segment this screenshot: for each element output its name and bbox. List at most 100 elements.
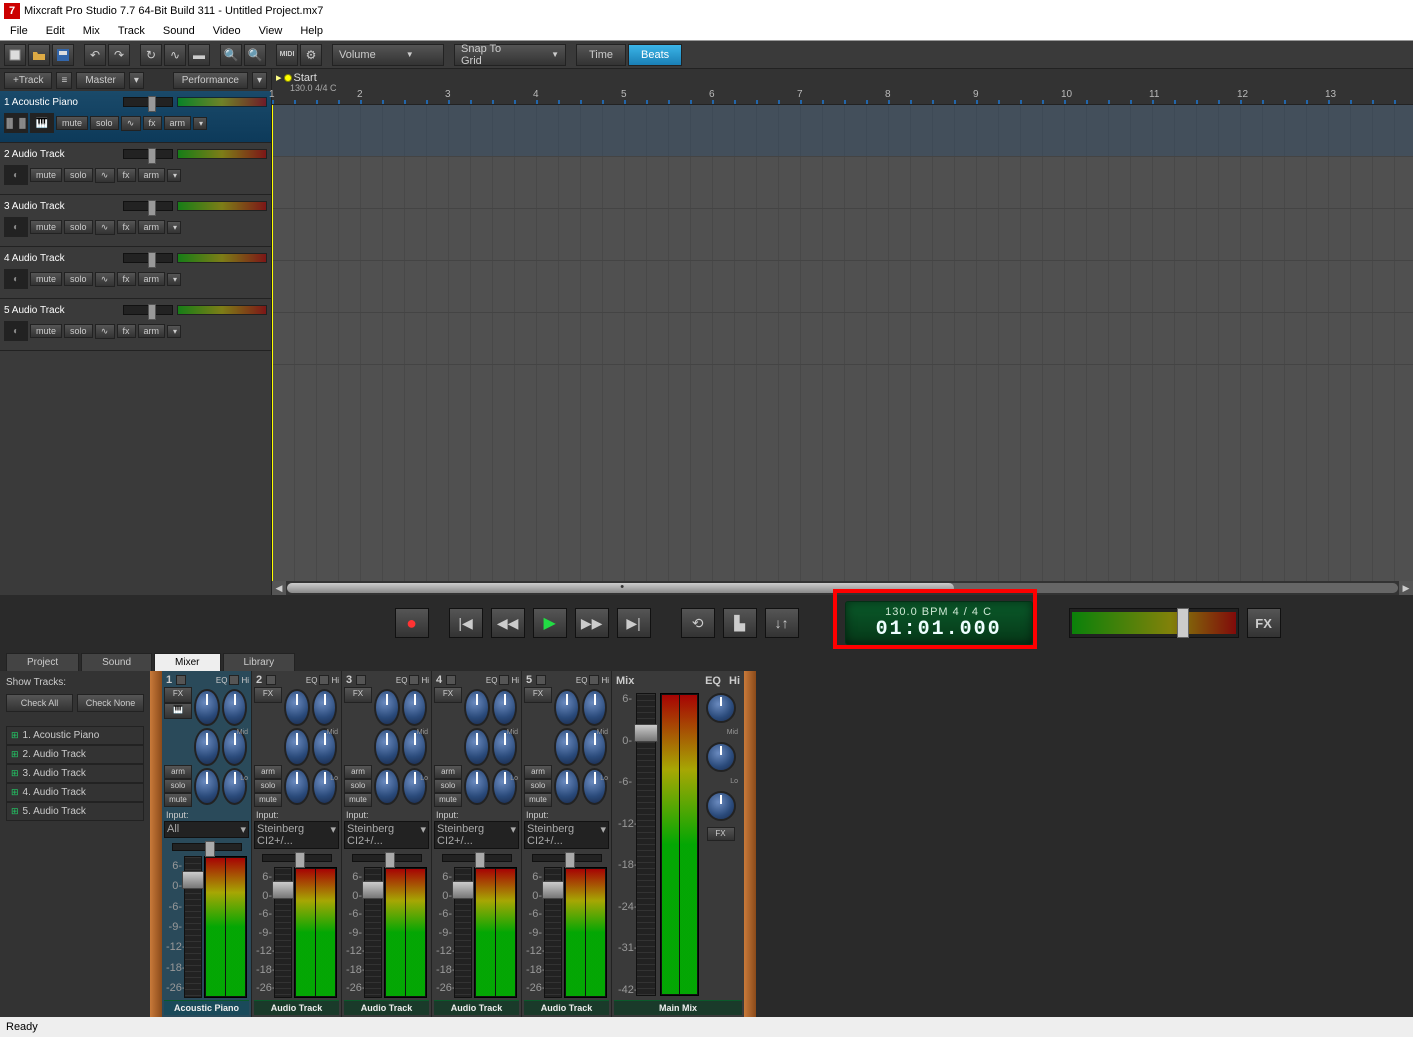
fx-button[interactable]: fx xyxy=(117,324,136,338)
input-select[interactable]: Steinberg CI2+/...▾ xyxy=(434,821,519,849)
bottom-tab-project[interactable]: Project xyxy=(6,653,79,671)
arm-button[interactable]: arm xyxy=(164,116,192,130)
save-button[interactable] xyxy=(52,44,74,66)
channel-arm-button[interactable]: arm xyxy=(164,765,192,779)
eq-knob[interactable] xyxy=(222,689,248,726)
input-select[interactable]: All▾ xyxy=(164,821,249,838)
automation-button[interactable]: ∿ xyxy=(95,220,115,235)
input-select[interactable]: Steinberg CI2+/...▾ xyxy=(254,821,339,849)
undo-button[interactable]: ↶ xyxy=(84,44,106,66)
master-dropdown[interactable]: ▾ xyxy=(129,72,144,89)
track-menu-button[interactable]: ▾ xyxy=(167,273,181,286)
input-select[interactable]: Steinberg CI2+/...▾ xyxy=(524,821,609,849)
channel-fx-button[interactable]: FX xyxy=(254,687,282,703)
channel-fx-button[interactable]: FX xyxy=(344,687,372,703)
menu-sound[interactable]: Sound xyxy=(155,23,203,39)
eq-knob[interactable] xyxy=(194,768,220,805)
eq-knob[interactable] xyxy=(464,728,490,765)
automation-button[interactable]: ∿ xyxy=(95,272,115,287)
bottom-tab-library[interactable]: Library xyxy=(223,653,296,671)
main-eq-mid-knob[interactable] xyxy=(706,742,736,772)
add-track-button[interactable]: +Track xyxy=(4,72,52,89)
solo-button[interactable]: solo xyxy=(64,324,93,338)
mixer-side-track[interactable]: 4. Audio Track xyxy=(6,783,144,802)
eq-knob[interactable] xyxy=(284,689,310,726)
channel-fx-button[interactable]: FX xyxy=(434,687,462,703)
mute-button[interactable]: mute xyxy=(30,168,62,182)
channel-mini-icon[interactable] xyxy=(356,675,366,685)
loop-button[interactable]: ⟲ xyxy=(681,608,715,638)
piano-icon[interactable]: 🎹 xyxy=(30,113,54,133)
eq-knob[interactable] xyxy=(374,728,400,765)
channel-mini-icon[interactable] xyxy=(176,675,186,685)
scroll-thumb[interactable] xyxy=(287,583,954,593)
channel-fx-button[interactable]: FX xyxy=(164,687,192,703)
grid-track-lane[interactable] xyxy=(272,157,1413,209)
eq-knob[interactable] xyxy=(312,689,338,726)
channel-mute-button[interactable]: mute xyxy=(524,793,552,807)
input-select[interactable]: Steinberg CI2+/...▾ xyxy=(344,821,429,849)
redo-button[interactable]: ↷ xyxy=(108,44,130,66)
channel-solo-button[interactable]: solo xyxy=(164,779,192,793)
eq-knob[interactable] xyxy=(222,768,248,805)
track-volume-slider[interactable] xyxy=(123,201,173,211)
forward-end-button[interactable]: ▶| xyxy=(617,608,651,638)
main-fx-button[interactable]: FX xyxy=(707,827,735,841)
channel-instrument-button[interactable]: 🎹 xyxy=(164,703,192,719)
menu-track[interactable]: Track xyxy=(110,23,153,39)
mute-button[interactable]: mute xyxy=(56,116,88,130)
tool-automation-button[interactable]: ∿ xyxy=(164,44,186,66)
solo-button[interactable]: solo xyxy=(64,220,93,234)
eq-knob[interactable] xyxy=(284,768,310,805)
track-row[interactable]: 4 Audio Track ◐ mute solo ∿ fx arm ▾ xyxy=(0,247,271,299)
channel-solo-button[interactable]: solo xyxy=(254,779,282,793)
menu-mix[interactable]: Mix xyxy=(75,23,108,39)
eq-knob[interactable] xyxy=(194,728,220,765)
eq-knob[interactable] xyxy=(554,768,580,805)
check-none-button[interactable]: Check None xyxy=(77,694,144,712)
channel-mini-icon[interactable] xyxy=(536,675,546,685)
channel-fx-button[interactable]: FX xyxy=(524,687,552,703)
tool-marker-button[interactable]: ▬ xyxy=(188,44,210,66)
mixer-side-track[interactable]: 3. Audio Track xyxy=(6,764,144,783)
play-button[interactable]: ▶ xyxy=(533,608,567,638)
metronome-button[interactable]: ▙ xyxy=(723,608,757,638)
main-eq-hi-knob[interactable] xyxy=(706,693,736,723)
grid-track-lane[interactable] xyxy=(272,209,1413,261)
menu-help[interactable]: Help xyxy=(292,23,331,39)
timeline-ruler[interactable]: ▸Start 130.0 4/4 C 12345678910111213 xyxy=(272,69,1413,105)
track-menu-button[interactable]: ▾ xyxy=(167,325,181,338)
check-all-button[interactable]: Check All xyxy=(6,694,73,712)
master-fx-button[interactable]: FX xyxy=(1247,608,1281,638)
master-track-button[interactable]: Master xyxy=(76,72,125,89)
track-menu-button[interactable]: ▾ xyxy=(193,117,207,130)
mute-button[interactable]: mute xyxy=(30,220,62,234)
arm-button[interactable]: arm xyxy=(138,220,166,234)
eq-knob[interactable] xyxy=(374,768,400,805)
track-row[interactable]: 1 Acoustic Piano ▐▌▐▌ 🎹 mute solo ∿ fx a… xyxy=(0,91,271,143)
automation-button[interactable]: ∿ xyxy=(95,324,115,339)
track-volume-slider[interactable] xyxy=(123,149,173,159)
eq-knob[interactable] xyxy=(402,689,428,726)
new-button[interactable] xyxy=(4,44,26,66)
performance-button[interactable]: Performance xyxy=(173,72,248,89)
menu-video[interactable]: Video xyxy=(205,23,249,39)
channel-fader[interactable] xyxy=(184,856,202,998)
channel-fader[interactable] xyxy=(544,867,562,998)
arm-button[interactable]: arm xyxy=(138,272,166,286)
channel-arm-button[interactable]: arm xyxy=(254,765,282,779)
eq-knob[interactable] xyxy=(554,728,580,765)
mixer-side-track[interactable]: 5. Audio Track xyxy=(6,802,144,821)
pan-slider[interactable] xyxy=(172,843,242,851)
arm-button[interactable]: arm xyxy=(138,324,166,338)
eq-knob[interactable] xyxy=(194,689,220,726)
channel-fader[interactable] xyxy=(274,867,292,998)
scroll-left-button[interactable]: ◀ xyxy=(272,581,286,595)
rewind-start-button[interactable]: |◀ xyxy=(449,608,483,638)
grid-track-lane[interactable] xyxy=(272,105,1413,157)
preferences-button[interactable]: ⚙ xyxy=(300,44,322,66)
channel-mute-button[interactable]: mute xyxy=(434,793,462,807)
mute-button[interactable]: mute xyxy=(30,272,62,286)
track-colors-button[interactable]: ≡ xyxy=(56,72,72,89)
channel-arm-button[interactable]: arm xyxy=(344,765,372,779)
